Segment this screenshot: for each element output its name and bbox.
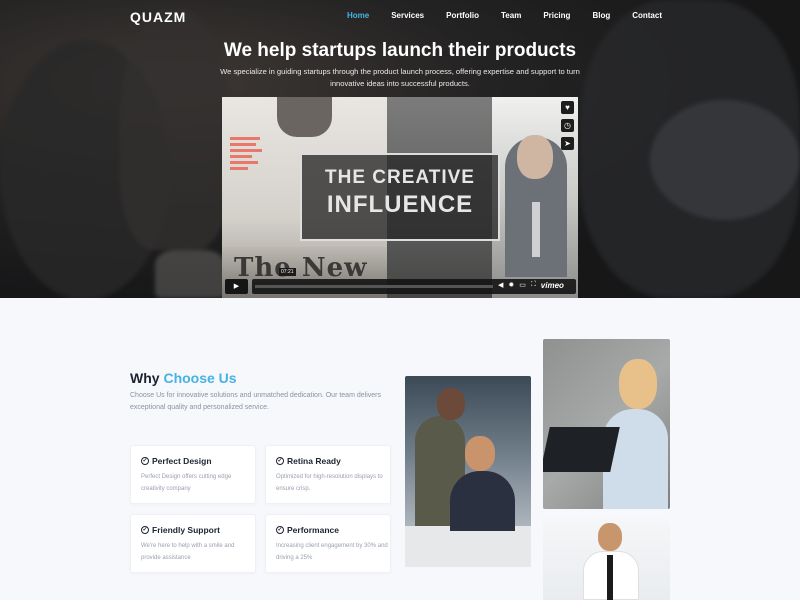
video-control-bar: 07:21 ◀ ✹ ▭ ⛶ vimeo	[252, 268, 576, 294]
hero-subtitle: We specialize in guiding startups throug…	[220, 67, 580, 88]
vimeo-logo[interactable]: vimeo	[541, 281, 564, 290]
navbar: QUAZM Home Services Portfolio Team Prici…	[0, 0, 800, 32]
feature-description: Optimized for high-resolution displays t…	[276, 474, 383, 492]
feature-card: ✓ Perfect Design Perfect Design offers cu…	[130, 445, 256, 504]
feature-description: Perfect Design offers cutting edge creat…	[141, 474, 232, 492]
video-timestamp: 07:21	[279, 268, 296, 276]
feature-title: Friendly Support	[152, 525, 220, 535]
pip-icon[interactable]: ▭	[519, 281, 526, 290]
photo-person-head	[598, 523, 622, 551]
play-icon[interactable]: ▶	[225, 279, 248, 294]
feature-card: ✓ Friendly Support We're here to help wit…	[130, 514, 256, 573]
nav-item-portfolio[interactable]: Portfolio	[446, 11, 479, 20]
video-controls: ▶ 07:21 ◀ ✹ ▭ ⛶ vimeo	[222, 268, 578, 295]
team-photo	[405, 376, 531, 567]
hero-section: QUAZM Home Services Portfolio Team Prici…	[0, 0, 800, 298]
why-title: Why Choose Us	[130, 370, 237, 386]
video-headline-box: THE CREATIVE INFLUENCE	[300, 153, 500, 241]
video-control-icons: ◀ ✹ ▭ ⛶ vimeo	[498, 281, 564, 290]
nav-menu: Home Services Portfolio Team Pricing Blo…	[325, 11, 662, 20]
video-side-actions: ♥ ◷ ➤	[561, 101, 574, 150]
video-headline-line1: THE CREATIVE	[325, 167, 475, 188]
nav-item-home[interactable]: Home	[347, 11, 369, 20]
woman-laptop-photo	[543, 339, 670, 509]
nav-item-team[interactable]: Team	[501, 11, 521, 20]
nav-item-services[interactable]: Services	[391, 11, 424, 20]
video-progress-track[interactable]	[255, 285, 493, 288]
feature-card: ✓ Retina Ready Optimized for high-resolut…	[265, 445, 391, 504]
why-description: Choose Us for innovative solutions and u…	[130, 392, 381, 411]
photo-person	[450, 471, 515, 531]
volume-icon[interactable]: ◀	[498, 281, 503, 290]
why-title-prefix: Why	[130, 370, 160, 386]
video-person	[277, 97, 332, 137]
photo-person-head	[437, 388, 465, 420]
video-headline-line2: INFLUENCE	[326, 191, 474, 218]
video-speaker-tie	[532, 202, 540, 257]
check-circle-icon: ✓	[276, 526, 284, 534]
nav-item-pricing[interactable]: Pricing	[543, 11, 570, 20]
check-circle-icon: ✓	[276, 457, 284, 465]
why-title-highlight: Choose Us	[163, 370, 237, 386]
photo-person-head	[465, 436, 495, 471]
feature-title: Perfect Design	[152, 456, 212, 466]
feature-title: Retina Ready	[287, 456, 341, 466]
check-circle-icon: ✓	[141, 526, 149, 534]
settings-icon[interactable]: ✹	[508, 281, 514, 290]
hero-title: We help startups launch their products	[223, 40, 577, 61]
feature-description: Increasing client engagement by 30% and …	[276, 543, 388, 561]
nav-item-contact[interactable]: Contact	[632, 11, 662, 20]
photo-tie	[607, 555, 613, 600]
photo-laptop	[543, 427, 620, 472]
video-speaker-face	[517, 135, 553, 179]
feature-title: Performance	[287, 525, 339, 535]
photo-person-head	[619, 359, 657, 409]
clock-icon[interactable]: ◷	[561, 119, 574, 132]
check-circle-icon: ✓	[141, 457, 149, 465]
video-notes	[230, 137, 275, 197]
fullscreen-icon[interactable]: ⛶	[531, 281, 536, 290]
video-player[interactable]: The New THE CREATIVE INFLUENCE ♥ ◷ ➤ ▶ 0…	[222, 97, 578, 298]
heart-icon[interactable]: ♥	[561, 101, 574, 114]
nav-item-blog[interactable]: Blog	[592, 11, 610, 20]
feature-card: ✓ Performance Increasing client engagemen…	[265, 514, 391, 573]
logo[interactable]: QUAZM	[130, 9, 186, 25]
send-icon[interactable]: ➤	[561, 137, 574, 150]
photo-desk	[405, 526, 531, 567]
businessman-photo	[543, 519, 670, 600]
feature-description: We're here to help with a smile and prov…	[141, 543, 235, 561]
